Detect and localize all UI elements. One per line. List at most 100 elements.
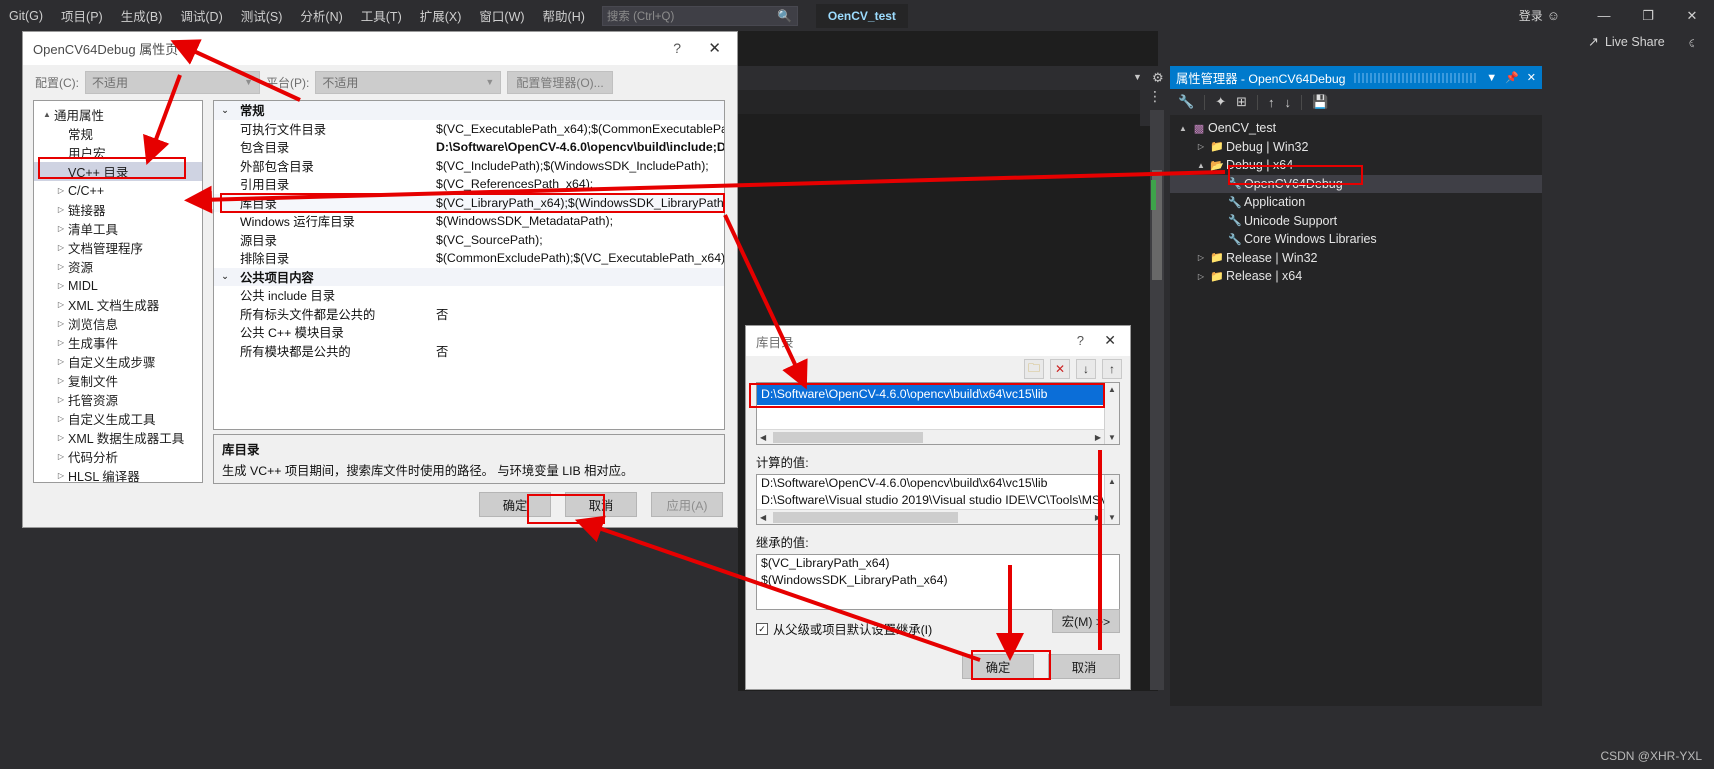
category-tree-item[interactable]: ▷ 自定义生成工具 xyxy=(34,409,202,428)
category-tree-item[interactable]: ▷ MIDL xyxy=(34,276,202,295)
expander-icon[interactable]: ▷ xyxy=(1194,253,1208,262)
expander-icon[interactable]: ▲ xyxy=(1194,161,1208,170)
category-tree-item[interactable]: ▷ 资源 xyxy=(34,257,202,276)
configuration-manager-button[interactable]: 配置管理器(O)... xyxy=(507,71,613,94)
evaluated-value-box[interactable]: D:\Software\OpenCV-4.6.0\opencv\build\x6… xyxy=(756,474,1120,525)
move-down-icon[interactable]: ↓ xyxy=(1285,95,1292,110)
inherit-checkbox[interactable]: ✓ xyxy=(756,623,768,635)
close-icon[interactable]: ✕ xyxy=(1104,332,1116,349)
property-value[interactable]: $(CommonExcludePath);$(VC_ExecutablePath… xyxy=(432,251,724,265)
move-up-icon[interactable]: ↑ xyxy=(1268,95,1275,110)
split-view-icon[interactable]: ⋮ xyxy=(1148,88,1162,105)
expander-icon[interactable]: ▷ xyxy=(54,471,68,480)
help-icon[interactable]: ? xyxy=(1077,333,1084,348)
menu-item-analyze[interactable]: 分析(N) xyxy=(291,2,351,29)
apply-button[interactable]: 应用(A) xyxy=(651,492,723,517)
property-grid-row[interactable]: 所有模块都是公共的 否 xyxy=(214,342,724,361)
expander-icon[interactable]: ▷ xyxy=(54,452,68,461)
close-icon[interactable]: ✕ xyxy=(1527,71,1536,84)
category-tree-item[interactable]: ▷ 链接器 xyxy=(34,200,202,219)
property-grid-category[interactable]: ⌄ 常规 xyxy=(214,101,724,120)
property-value[interactable]: $(VC_ReferencesPath_x64); xyxy=(432,177,724,191)
chevron-down-icon[interactable]: ⌄ xyxy=(214,271,236,282)
expander-icon[interactable]: ▷ xyxy=(54,186,68,195)
chevron-down-icon[interactable]: ▼ xyxy=(1486,72,1497,84)
expander-icon[interactable]: ▷ xyxy=(54,433,68,442)
add-property-sheet-icon[interactable]: ✦ xyxy=(1215,94,1226,110)
menu-item-project[interactable]: 项目(P) xyxy=(52,2,112,29)
property-manager-tree-item[interactable]: ▷ 📁 Debug | Win32 xyxy=(1170,138,1542,157)
property-manager-tree-item[interactable]: ▷ 📁 Release | x64 xyxy=(1170,267,1542,286)
property-value[interactable]: $(VC_SourcePath); xyxy=(432,233,724,247)
category-tree-item[interactable]: ▷ 文档管理程序 xyxy=(34,238,202,257)
expander-icon[interactable]: ▷ xyxy=(54,376,68,385)
new-folder-icon[interactable]: 🗀 xyxy=(1024,359,1044,379)
close-button[interactable]: ✕ xyxy=(1670,0,1714,31)
category-tree-item[interactable]: ▷ 浏览信息 xyxy=(34,314,202,333)
scroll-down-icon[interactable]: ▼ xyxy=(1108,431,1116,444)
scroll-up-icon[interactable]: ▲ xyxy=(1108,475,1116,488)
menu-item-tools[interactable]: 工具(T) xyxy=(352,2,411,29)
search-input[interactable]: 搜索 (Ctrl+Q) 🔍 xyxy=(601,5,798,26)
property-grid-row[interactable]: 可执行文件目录 $(VC_ExecutablePath_x64);$(Common… xyxy=(214,120,724,139)
property-grid-row[interactable]: 外部包含目录 $(VC_IncludePath);$(WindowsSDK_Inc… xyxy=(214,157,724,176)
property-manager-tree-item[interactable]: 🔧 Unicode Support xyxy=(1170,212,1542,231)
property-value[interactable]: $(WindowsSDK_MetadataPath); xyxy=(432,214,724,228)
property-value[interactable]: $(VC_IncludePath);$(WindowsSDK_IncludePa… xyxy=(432,159,724,173)
library-cancel-button[interactable]: 取消 xyxy=(1048,654,1120,679)
person-add-icon[interactable]: ☺ xyxy=(1547,8,1560,23)
wrench-icon[interactable]: 🔧 xyxy=(1178,94,1194,110)
menu-item-test[interactable]: 测试(S) xyxy=(232,2,292,29)
category-tree-item[interactable]: ▷ HLSL 编译器 xyxy=(34,466,202,482)
category-tree-item[interactable]: ▷ 自定义生成步骤 xyxy=(34,352,202,371)
property-grid-row[interactable]: 公共 C++ 模块目录 xyxy=(214,323,724,342)
expander-icon[interactable]: ▷ xyxy=(54,357,68,366)
live-share-label[interactable]: Live Share xyxy=(1605,35,1665,49)
category-tree-item[interactable]: ▷ XML 数据生成器工具 xyxy=(34,428,202,447)
property-grid-row[interactable]: 公共 include 目录 xyxy=(214,286,724,305)
property-grid-row[interactable]: 源目录 $(VC_SourcePath); xyxy=(214,231,724,250)
move-up-icon[interactable]: ↑ xyxy=(1102,359,1122,379)
category-tree-item[interactable]: ▷ 代码分析 xyxy=(34,447,202,466)
minimize-button[interactable]: — xyxy=(1582,0,1626,31)
add-new-project-property-sheet-icon[interactable]: ⊞ xyxy=(1236,94,1247,110)
project-tab[interactable]: OenCV_test xyxy=(815,3,908,28)
library-list-hscrollbar[interactable]: ◀ ▶ xyxy=(757,429,1104,444)
expander-icon[interactable]: ▷ xyxy=(54,281,68,290)
category-tree-item[interactable]: ▷ 清单工具 xyxy=(34,219,202,238)
property-value[interactable]: $(VC_ExecutablePath_x64);$(CommonExecuta… xyxy=(432,122,724,136)
expander-icon[interactable]: ▲ xyxy=(40,110,54,119)
property-manager-tree-item[interactable]: ▷ 📁 Release | Win32 xyxy=(1170,249,1542,268)
menu-item-debug[interactable]: 调试(D) xyxy=(171,2,231,29)
menu-item-git[interactable]: Git(G) xyxy=(0,5,52,27)
delete-icon[interactable]: ✕ xyxy=(1050,359,1070,379)
expander-icon[interactable]: ▷ xyxy=(54,414,68,423)
category-tree-item[interactable]: 常规 xyxy=(34,124,202,143)
menu-item-extensions[interactable]: 扩展(X) xyxy=(411,2,471,29)
category-tree-item[interactable]: ▲ 通用属性 xyxy=(34,105,202,124)
menu-item-window[interactable]: 窗口(W) xyxy=(470,2,533,29)
category-tree-item[interactable]: ▷ XML 文档生成器 xyxy=(34,295,202,314)
macros-button[interactable]: 宏(M) >> xyxy=(1052,609,1120,633)
category-tree-item[interactable]: ▷ 生成事件 xyxy=(34,333,202,352)
platform-select[interactable]: 不适用 ▼ xyxy=(315,71,502,94)
hscroll-thumb[interactable] xyxy=(773,512,958,523)
scroll-up-icon[interactable]: ▲ xyxy=(1108,383,1116,396)
scroll-left-icon[interactable]: ◀ xyxy=(757,433,769,442)
close-icon[interactable]: ✕ xyxy=(708,39,721,57)
chevron-down-icon[interactable]: ⌄ xyxy=(214,105,236,116)
menu-item-build[interactable]: 生成(B) xyxy=(112,2,172,29)
scroll-left-icon[interactable]: ◀ xyxy=(757,513,769,522)
property-grid-row[interactable]: 引用目录 $(VC_ReferencesPath_x64); xyxy=(214,175,724,194)
scroll-down-icon[interactable]: ▼ xyxy=(1108,511,1116,524)
hscroll-thumb[interactable] xyxy=(773,432,923,443)
property-grid-row[interactable]: Windows 运行库目录 $(WindowsSDK_MetadataPath); xyxy=(214,212,724,231)
property-value[interactable]: 否 xyxy=(432,342,724,360)
category-tree-item[interactable]: ▷ 托管资源 xyxy=(34,390,202,409)
drag-handle[interactable] xyxy=(1353,72,1479,83)
signin-label[interactable]: 登录 xyxy=(1519,7,1543,24)
expander-icon[interactable]: ▷ xyxy=(1194,272,1208,281)
menu-item-help[interactable]: 帮助(H) xyxy=(534,2,594,29)
help-icon[interactable]: ? xyxy=(673,40,681,56)
property-grid-category[interactable]: ⌄ 公共项目内容 xyxy=(214,267,724,286)
